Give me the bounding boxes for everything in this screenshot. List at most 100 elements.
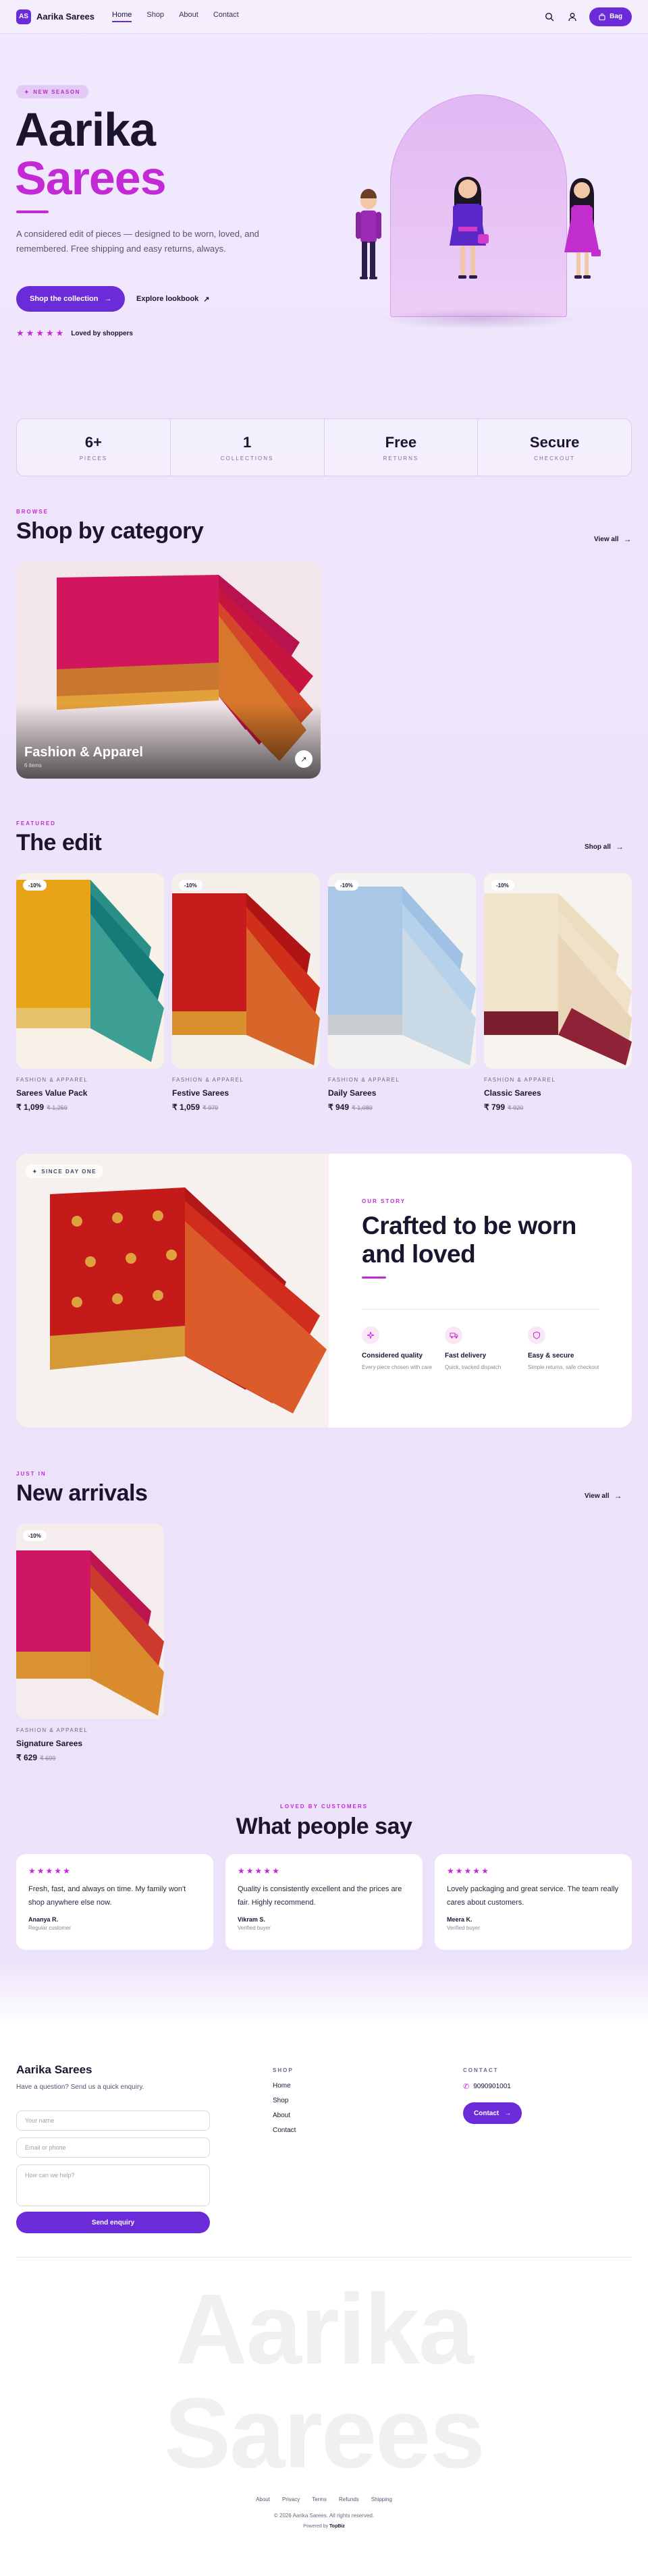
categories-title: Shop by category	[16, 518, 204, 544]
sparkle-icon: ✦	[32, 1168, 38, 1175]
arrow-right-icon[interactable]: ↗	[295, 750, 313, 768]
pill-label: NEW SEASON	[33, 88, 80, 95]
bag-label: Bag	[610, 13, 622, 20]
product-category: FASHION & APPAREL	[328, 1077, 400, 1083]
stat-label: RETURNS	[383, 455, 419, 461]
story-accent-bar	[362, 1277, 386, 1279]
stat-pieces: 6+ PIECES	[17, 419, 171, 476]
hero-rating: ★ ★ ★ ★ ★ Loved by shoppers	[16, 328, 133, 339]
category-card-overlay	[16, 704, 321, 779]
main-nav: Home Shop About Contact	[112, 11, 254, 22]
category-card-fashion[interactable]: Fashion & Apparel 6 items ↗	[16, 561, 321, 779]
stat-value: Secure	[529, 433, 580, 451]
message-textarea[interactable]: How can we help?	[16, 2164, 210, 2206]
star-icon: ★	[447, 1866, 454, 1876]
price-old: ₹ 979	[202, 1104, 219, 1111]
powered-brand[interactable]: TopBiz	[329, 2524, 345, 2529]
testimonial-quote: Quality is consistently excellent and th…	[238, 1885, 402, 1907]
categories-view-all[interactable]: View all →	[594, 534, 632, 544]
arrivals-title: New arrivals	[16, 1480, 148, 1506]
price-old: ₹ 920	[508, 1104, 524, 1111]
star-icon: ★	[464, 1866, 472, 1876]
discount-badge: -10%	[335, 880, 358, 891]
name-input[interactable]: Your name	[16, 2110, 210, 2131]
feature-secure: Easy & secure Simple returns, safe check…	[528, 1326, 603, 1372]
product-price: ₹ 1,099 ₹ 1,259	[16, 1102, 164, 1112]
footer-link-home[interactable]: Home	[273, 2082, 291, 2090]
product-card[interactable]: -10% FASHION & APPAREL Daily Sarees ₹ 94…	[328, 873, 476, 1112]
stat-label: PIECES	[79, 455, 108, 461]
price-current: ₹ 1,099	[16, 1102, 44, 1112]
testimonial-role: Regular customer	[28, 1925, 72, 1931]
arrow-right-icon: →	[504, 2109, 512, 2117]
explore-lookbook-link[interactable]: Explore lookbook ↗	[136, 286, 210, 312]
nav-contact[interactable]: Contact	[213, 11, 239, 22]
logo-mark[interactable]: AS	[16, 9, 31, 24]
stat-label: COLLECTIONS	[220, 455, 274, 461]
search-icon[interactable]	[543, 11, 556, 23]
arrivals-view-all[interactable]: View all →	[585, 1491, 622, 1501]
stat-checkout: Secure CHECKOUT	[478, 419, 631, 476]
product-category: FASHION & APPAREL	[484, 1077, 556, 1083]
page: AS Aarika Sarees Home Shop About Contact…	[0, 0, 648, 2576]
nav-shop[interactable]: Shop	[146, 11, 164, 22]
product-image: -10%	[16, 873, 164, 1069]
send-enquiry-button[interactable]: Send enquiry	[16, 2212, 210, 2233]
footer-wordmark-line2: Sarees	[164, 2378, 485, 2489]
star-icon: ★	[16, 328, 24, 338]
edit-eyebrow: FEATURED	[16, 820, 56, 827]
star-icon: ★	[455, 1866, 463, 1876]
link-privacy[interactable]: Privacy	[282, 2496, 300, 2502]
link-terms[interactable]: Terms	[312, 2496, 327, 2502]
categories-eyebrow: BROWSE	[16, 509, 49, 515]
product-price: ₹ 629 ₹ 699	[16, 1753, 164, 1762]
discount-badge: -10%	[179, 880, 202, 891]
shield-icon	[528, 1326, 545, 1344]
contact-heading: CONTACT	[463, 2067, 499, 2073]
testimonial-card: ★ ★ ★ ★ ★ Fresh, fast, and always on time. M…	[16, 1854, 213, 1950]
bag-icon	[599, 13, 605, 20]
testimonial-quote: Lovely packaging and great service. The …	[447, 1885, 619, 1907]
product-card[interactable]: -10% FASHION & APPAREL Festive Sarees ₹ …	[172, 873, 320, 1112]
contact-label: Contact	[474, 2109, 500, 2117]
contact-button[interactable]: Contact →	[463, 2102, 522, 2124]
product-category: FASHION & APPAREL	[16, 1077, 88, 1083]
edit-shop-all[interactable]: Shop all →	[585, 842, 624, 851]
contact-input[interactable]: Email or phone	[16, 2137, 210, 2158]
link-refunds[interactable]: Refunds	[339, 2496, 359, 2502]
link-shipping[interactable]: Shipping	[371, 2496, 392, 2502]
star-icon: ★	[246, 1866, 254, 1876]
story-eyebrow: OUR STORY	[362, 1198, 406, 1204]
man-figure	[356, 189, 381, 279]
since-label: SINCE DAY ONE	[41, 1168, 97, 1175]
product-card[interactable]: -10% FASHION & APPAREL Signature Sarees …	[16, 1523, 164, 1762]
price-old: ₹ 699	[40, 1755, 56, 1762]
bag-button[interactable]: Bag	[589, 7, 632, 26]
brand-name[interactable]: Aarika Sarees	[36, 11, 94, 22]
star-icon: ★	[36, 328, 44, 338]
product-price: ₹ 1,059 ₹ 979	[172, 1102, 320, 1112]
link-about[interactable]: About	[256, 2496, 270, 2502]
hero-title-line2: Sarees	[15, 152, 167, 204]
stat-value: 6+	[84, 433, 102, 451]
product-image: -10%	[172, 873, 320, 1069]
story-section: ✦ SINCE DAY ONE OUR STORY Crafted to be …	[16, 1154, 632, 1428]
product-name: Sarees Value Pack	[16, 1088, 88, 1098]
price-current: ₹ 949	[328, 1102, 349, 1112]
testimonial-card: ★ ★ ★ ★ ★ Quality is consistently excellent …	[225, 1854, 423, 1950]
footer-link-contact[interactable]: Contact	[273, 2127, 296, 2134]
footer-link-shop[interactable]: Shop	[273, 2097, 288, 2104]
shop-collection-button[interactable]: Shop the collection →	[16, 286, 126, 312]
footer-link-about[interactable]: About	[273, 2112, 290, 2119]
footer-phone[interactable]: ✆ 9090901001	[463, 2082, 511, 2091]
user-icon[interactable]	[566, 11, 578, 23]
testimonial-name: Ananya R.	[28, 1916, 59, 1923]
product-card[interactable]: -10% FASHION & APPAREL Sarees Value Pack…	[16, 873, 164, 1112]
discount-badge: -10%	[491, 880, 514, 891]
hero-illustration	[356, 177, 601, 279]
nav-home[interactable]: Home	[112, 11, 132, 22]
product-image: -10%	[328, 873, 476, 1069]
stat-label: CHECKOUT	[534, 455, 576, 461]
nav-about[interactable]: About	[179, 11, 198, 22]
product-card[interactable]: -10% FASHION & APPAREL Classic Sarees ₹ …	[484, 873, 632, 1112]
